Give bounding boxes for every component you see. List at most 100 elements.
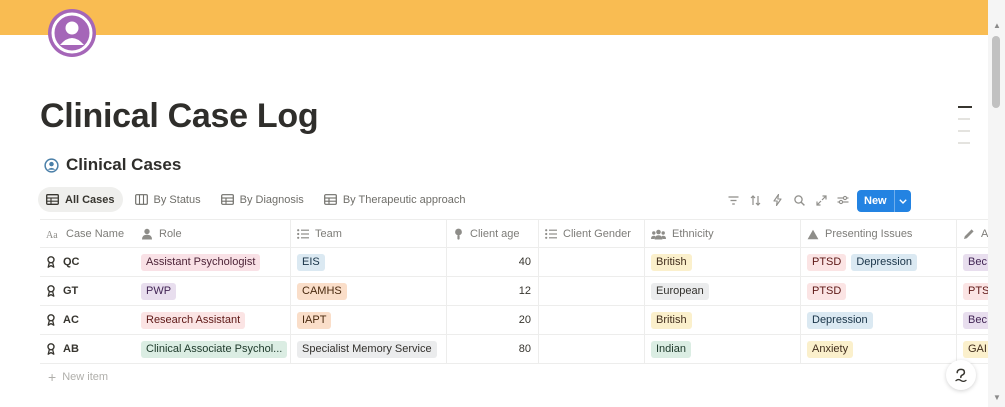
cell-case-name[interactable]: QC	[40, 248, 135, 276]
column-header-client-gender[interactable]: Client Gender	[539, 220, 645, 248]
board-icon	[134, 194, 148, 205]
cell-ethnicity[interactable]: European	[645, 277, 801, 305]
case-page-icon	[47, 343, 55, 355]
cell-presenting-issues[interactable]: Anxiety	[801, 335, 957, 363]
toc-line[interactable]	[958, 142, 970, 144]
cell-team[interactable]: EIS	[291, 248, 447, 276]
cell-ethnicity[interactable]: British	[645, 248, 801, 276]
person-icon	[142, 228, 152, 240]
cases-table: Aa Case Name Role Team Client age Client…	[40, 219, 988, 365]
scrollbar-thumb[interactable]	[992, 36, 1000, 108]
cell-client-age[interactable]: 80	[447, 335, 539, 363]
cell-team[interactable]: CAMHS	[291, 277, 447, 305]
cell-partial[interactable]: GAI	[957, 335, 988, 363]
cell-client-age[interactable]: 20	[447, 306, 539, 334]
table-header-row: Aa Case Name Role Team Client age Client…	[40, 219, 988, 248]
case-name-text: QC	[63, 256, 80, 268]
cell-ethnicity[interactable]: British	[645, 306, 801, 334]
column-header-client-age[interactable]: Client age	[447, 220, 539, 248]
column-header-team[interactable]: Team	[291, 220, 447, 248]
table-of-contents-indicator[interactable]	[958, 106, 972, 154]
scroll-up-arrow-icon[interactable]: ▲	[993, 22, 1001, 30]
people-icon	[651, 229, 666, 239]
column-header-role[interactable]: Role	[135, 220, 291, 248]
page-avatar-icon[interactable]	[48, 9, 96, 57]
cell-partial[interactable]: PTS	[957, 277, 988, 305]
vertical-scrollbar[interactable]: ▲ ▼	[988, 0, 1005, 407]
client-age-value: 40	[518, 256, 531, 268]
expand-icon[interactable]	[810, 190, 832, 210]
page-cover	[0, 0, 988, 35]
filter-icon[interactable]	[722, 190, 744, 210]
triangle-icon	[807, 229, 819, 239]
team-tag: IAPT	[297, 311, 332, 329]
tab-label: By Therapeutic approach	[342, 193, 466, 206]
tab-label: All Cases	[65, 193, 115, 206]
plus-icon: +	[48, 369, 57, 385]
new-button[interactable]: New	[857, 190, 911, 212]
cell-client-gender[interactable]	[539, 335, 645, 363]
search-icon[interactable]	[788, 190, 810, 210]
page-title[interactable]: Clinical Case Log	[40, 97, 319, 136]
column-header-label: Team	[315, 228, 342, 240]
column-header-presenting-issues[interactable]: Presenting Issues	[801, 220, 957, 248]
table-row[interactable]: QC Assistant Psychologist EIS 40 British…	[40, 248, 988, 277]
ethnicity-tag: Indian	[651, 340, 691, 358]
cell-case-name[interactable]: AC	[40, 306, 135, 334]
cell-ethnicity[interactable]: Indian	[645, 335, 801, 363]
new-item-button[interactable]: + New item	[48, 369, 108, 385]
case-name-text: GT	[63, 285, 79, 297]
toc-line[interactable]	[958, 130, 970, 132]
database-title-text: Clinical Cases	[66, 155, 182, 174]
case-name-text: AB	[63, 343, 79, 355]
cell-role[interactable]: PWP	[135, 277, 291, 305]
column-header-partial[interactable]: A	[957, 220, 988, 248]
cell-client-gender[interactable]	[539, 248, 645, 276]
partial-tag: Bec	[963, 253, 988, 271]
cell-role[interactable]: Assistant Psychologist	[135, 248, 291, 276]
cell-client-gender[interactable]	[539, 277, 645, 305]
cell-partial[interactable]: Bec	[957, 248, 988, 276]
cell-role[interactable]: Research Assistant	[135, 306, 291, 334]
chevron-down-icon[interactable]	[895, 198, 911, 204]
role-tag: PWP	[141, 282, 177, 300]
toc-line-active[interactable]	[958, 106, 972, 108]
cell-team[interactable]: Specialist Memory Service	[291, 335, 447, 363]
cell-case-name[interactable]: GT	[40, 277, 135, 305]
case-page-icon	[47, 256, 55, 268]
cell-team[interactable]: IAPT	[291, 306, 447, 334]
tab-by-status[interactable]: By Status	[127, 187, 209, 212]
table-row[interactable]: AB Clinical Associate Psychol... Special…	[40, 335, 988, 364]
database-title[interactable]: Clinical Cases	[44, 155, 181, 175]
tab-by-therapeutic-approach[interactable]: By Therapeutic approach	[316, 187, 474, 212]
toc-line[interactable]	[958, 118, 970, 120]
cell-client-age[interactable]: 12	[447, 277, 539, 305]
tab-all-cases[interactable]: All Cases	[38, 187, 123, 212]
column-header-case-name[interactable]: Aa Case Name	[40, 220, 135, 248]
sort-icon[interactable]	[744, 190, 766, 210]
cell-presenting-issues[interactable]: Depression	[801, 306, 957, 334]
automation-icon[interactable]	[766, 190, 788, 210]
text-aa-icon: Aa	[46, 230, 58, 239]
tab-label: By Diagnosis	[239, 193, 304, 206]
cell-presenting-issues[interactable]: PTSD	[801, 277, 957, 305]
case-page-icon	[47, 285, 55, 297]
scroll-down-arrow-icon[interactable]: ▼	[993, 394, 1001, 402]
column-header-ethnicity[interactable]: Ethnicity	[645, 220, 801, 248]
tab-by-diagnosis[interactable]: By Diagnosis	[213, 187, 312, 212]
cell-partial[interactable]: Bec	[957, 306, 988, 334]
cell-client-gender[interactable]	[539, 306, 645, 334]
cell-role[interactable]: Clinical Associate Psychol...	[135, 335, 291, 363]
help-button[interactable]	[946, 360, 976, 390]
cell-client-age[interactable]: 40	[447, 248, 539, 276]
case-page-icon	[47, 314, 55, 326]
settings-icon[interactable]	[832, 190, 854, 210]
column-header-label: Ethnicity	[672, 228, 714, 240]
client-age-value: 12	[518, 285, 531, 297]
cell-presenting-issues[interactable]: PTSD Depression	[801, 248, 957, 276]
cell-case-name[interactable]: AB	[40, 335, 135, 363]
table-icon	[323, 194, 337, 205]
table-row[interactable]: AC Research Assistant IAPT 20 British De…	[40, 306, 988, 335]
table-row[interactable]: GT PWP CAMHS 12 European PTSD PTS	[40, 277, 988, 306]
tab-label: By Status	[153, 193, 201, 206]
